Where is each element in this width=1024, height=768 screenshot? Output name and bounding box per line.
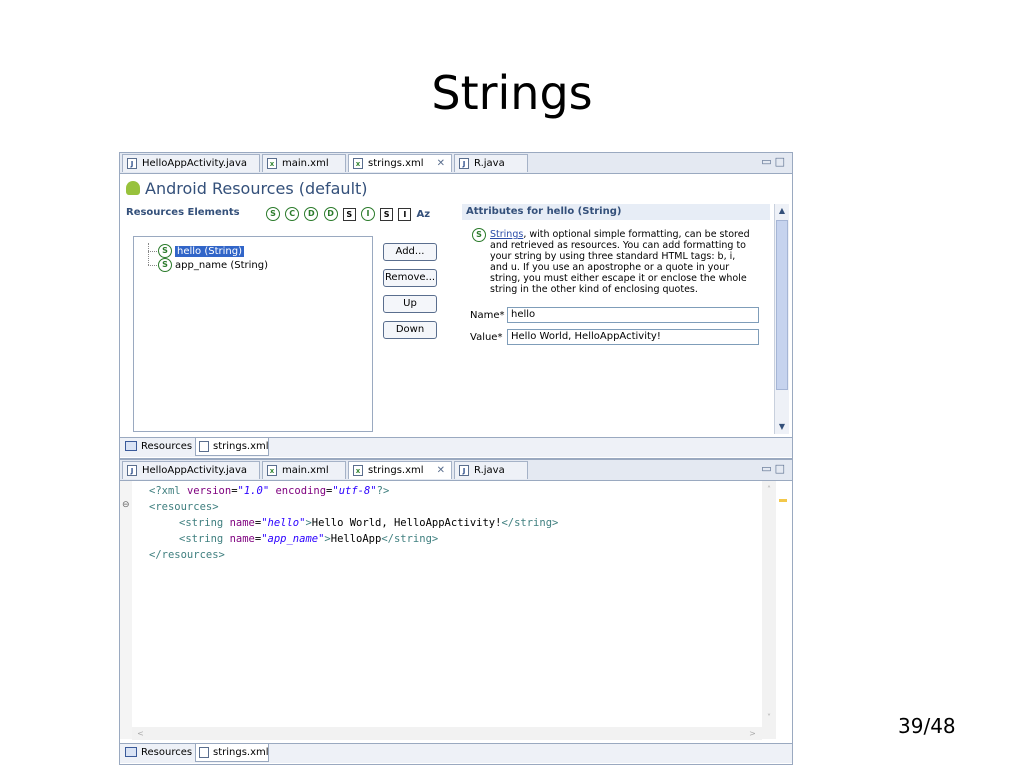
- editor-tab-bar: J HelloAppActivity.java x main.xml x string…: [120, 460, 792, 481]
- string-resource-icon: S: [158, 258, 172, 272]
- code-line-2: <resources>: [149, 501, 219, 513]
- page-number: 39/48: [898, 714, 956, 738]
- add-drawable-icon[interactable]: D: [323, 207, 338, 221]
- down-button[interactable]: Down: [383, 321, 437, 339]
- tab-r-java[interactable]: J R.java: [454, 461, 528, 479]
- name-field[interactable]: hello: [507, 307, 759, 323]
- horizontal-scrollbar[interactable]: < >: [132, 727, 762, 740]
- string-resource-icon: S: [158, 244, 172, 258]
- strings-doc-link[interactable]: Strings: [490, 229, 523, 240]
- resources-editor-window: J HelloAppActivity.java x main.xml x string…: [119, 152, 793, 459]
- close-icon[interactable]: ✕: [437, 462, 445, 480]
- attributes-title: Attributes for hello (String): [462, 204, 770, 220]
- resources-tree[interactable]: Shello (String) Sapp_name (String): [133, 236, 373, 432]
- add-style-icon[interactable]: S: [342, 207, 356, 221]
- page-title: Android Resources (default): [126, 179, 368, 198]
- up-button[interactable]: Up: [383, 295, 437, 313]
- tab-resources[interactable]: Resources: [122, 744, 194, 762]
- java-file-icon: J: [459, 464, 469, 476]
- editor-page-tabs: Resources strings.xml: [120, 437, 792, 457]
- tab-r-java[interactable]: J R.java: [454, 154, 528, 172]
- tree-item-hello[interactable]: Shello (String): [158, 244, 244, 258]
- tab-resources[interactable]: Resources: [122, 438, 194, 456]
- add-integer-array-icon[interactable]: I: [398, 207, 412, 221]
- xml-file-icon: x: [267, 157, 277, 169]
- sort-az-icon[interactable]: Az: [417, 209, 431, 220]
- attributes-description: Strings, with optional simple formatting…: [490, 229, 750, 295]
- add-item-icon[interactable]: I: [360, 207, 375, 221]
- java-file-icon: J: [127, 157, 137, 169]
- android-icon: [126, 181, 140, 195]
- xml-file-icon: x: [353, 464, 363, 476]
- add-string-icon[interactable]: S: [266, 207, 280, 221]
- resources-icon: [125, 441, 137, 451]
- add-color-icon[interactable]: C: [285, 207, 300, 221]
- xml-file-icon: [199, 746, 209, 758]
- tree-item-app-name[interactable]: Sapp_name (String): [158, 258, 268, 272]
- editor-page-tabs: Resources strings.xml: [120, 743, 792, 763]
- tab-strings-xml-source[interactable]: strings.xml: [195, 744, 269, 762]
- add-string-array-icon[interactable]: S: [380, 207, 394, 221]
- code-line-3: <string name="hello">Hello World, HelloA…: [179, 517, 559, 529]
- value-field[interactable]: Hello World, HelloAppActivity!: [507, 329, 759, 345]
- fold-collapse-icon[interactable]: ⊖: [122, 500, 130, 510]
- xml-source-text[interactable]: <?xml version="1.0" encoding="utf-8"?> <…: [132, 481, 762, 739]
- resources-icon: [125, 747, 137, 757]
- tab-helloappactivity-java[interactable]: J HelloAppActivity.java: [122, 154, 260, 172]
- tab-strings-xml[interactable]: x strings.xml ✕: [348, 461, 452, 479]
- maximize-icon[interactable]: □: [775, 462, 788, 475]
- window-controls[interactable]: ▭□: [761, 462, 788, 475]
- maximize-icon[interactable]: □: [775, 155, 788, 168]
- tab-helloappactivity-java[interactable]: J HelloAppActivity.java: [122, 461, 260, 479]
- overview-ruler: [776, 481, 790, 739]
- window-controls[interactable]: ▭□: [761, 155, 788, 168]
- code-line-1: <?xml version="1.0" encoding="utf-8"?>: [149, 485, 390, 497]
- remove-button[interactable]: Remove...: [383, 269, 437, 287]
- vertical-scrollbar[interactable]: ˄ ˅: [762, 481, 776, 739]
- scroll-up-icon[interactable]: ˄: [762, 483, 776, 497]
- tab-main-xml[interactable]: x main.xml: [262, 154, 346, 172]
- scroll-left-icon[interactable]: <: [134, 727, 147, 740]
- scroll-down-icon[interactable]: ▼: [775, 420, 789, 434]
- tab-strings-xml[interactable]: x strings.xml ✕: [348, 154, 452, 172]
- add-dimension-icon[interactable]: D: [304, 207, 319, 221]
- java-file-icon: J: [459, 157, 469, 169]
- tree-connector: [148, 265, 157, 266]
- scrollbar-thumb[interactable]: [776, 220, 788, 390]
- scroll-right-icon[interactable]: >: [746, 727, 759, 740]
- line-gutter: [120, 481, 132, 739]
- java-file-icon: J: [127, 464, 137, 476]
- xml-file-icon: [199, 440, 209, 452]
- xml-editor-window: J HelloAppActivity.java x main.xml x string…: [119, 459, 793, 765]
- editor-tab-bar: J HelloAppActivity.java x main.xml x string…: [120, 153, 792, 174]
- code-line-5: </resources>: [149, 549, 225, 561]
- resources-elements-label: Resources Elements: [126, 207, 240, 218]
- string-resource-icon: S: [472, 228, 486, 242]
- tab-strings-xml-source[interactable]: strings.xml: [195, 438, 269, 456]
- add-button[interactable]: Add...: [383, 243, 437, 261]
- tree-connector: [148, 243, 149, 265]
- scroll-down-icon[interactable]: ˅: [762, 711, 776, 725]
- slide-title: Strings: [431, 66, 593, 120]
- minimize-icon[interactable]: ▭: [761, 462, 774, 475]
- name-label: Name*: [470, 310, 505, 321]
- resource-type-toolbar: S C D D S I S I Az: [266, 207, 430, 221]
- xml-file-icon: x: [267, 464, 277, 476]
- scroll-up-icon[interactable]: ▲: [775, 204, 789, 218]
- value-label: Value*: [470, 332, 503, 343]
- close-icon[interactable]: ✕: [437, 155, 445, 173]
- xml-file-icon: x: [353, 157, 363, 169]
- tree-connector: [148, 251, 157, 252]
- tab-main-xml[interactable]: x main.xml: [262, 461, 346, 479]
- code-line-4: <string name="app_name">HelloApp</string…: [179, 533, 439, 545]
- vertical-scrollbar[interactable]: ▲ ▼: [774, 204, 789, 434]
- annotation-marker[interactable]: [779, 499, 787, 502]
- minimize-icon[interactable]: ▭: [761, 155, 774, 168]
